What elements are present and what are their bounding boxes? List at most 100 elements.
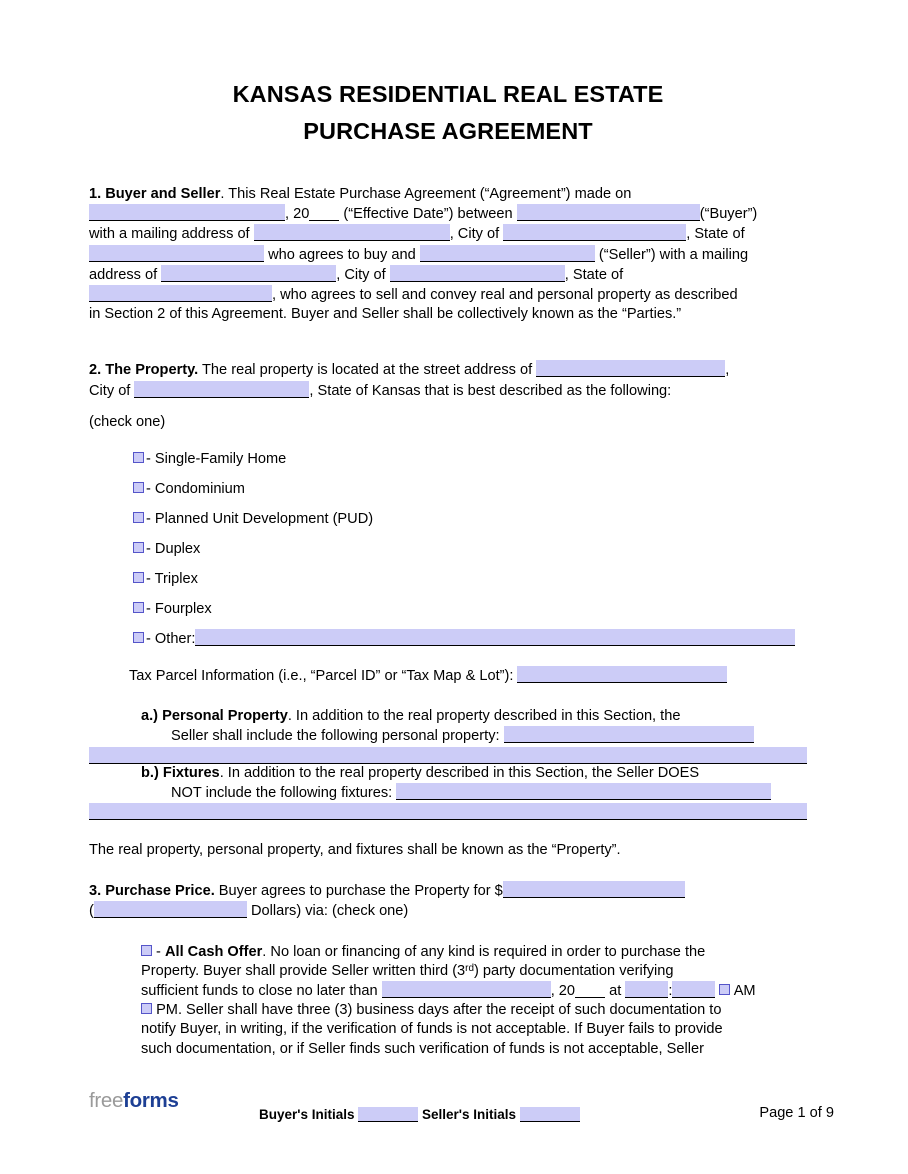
section-1-line-6: , who agrees to sell and convey real and… — [89, 285, 807, 305]
personal-property-field-line-2[interactable] — [89, 746, 807, 764]
section-3-line-1: 3. Purchase Price. Buyer agrees to purch… — [89, 881, 807, 901]
property-street-address-field[interactable] — [536, 360, 726, 378]
checkbox-icon[interactable] — [133, 602, 144, 614]
subsection-b-text-2: NOT include the following fixtures: — [171, 784, 393, 801]
am-label: AM — [733, 983, 756, 1000]
buyer-city-field[interactable] — [503, 224, 687, 242]
section-3-purchase-price: 3. Purchase Price. Buyer agrees to purch… — [89, 881, 807, 1059]
effective-year-field[interactable] — [309, 204, 340, 222]
property-type-option-pud[interactable]: - Planned Unit Development (PUD) — [133, 504, 807, 534]
option-label: - Other: — [146, 631, 196, 648]
verification-deadline-minute-field[interactable] — [672, 981, 716, 999]
property-type-option-triplex[interactable]: - Triplex — [133, 564, 807, 594]
verification-deadline-date-field[interactable] — [381, 981, 551, 999]
all-cash-offer-line-4: PM. Seller shall have three (3) business… — [141, 1001, 807, 1020]
all-cash-offer-line-3: sufficient funds to close no later than … — [141, 981, 807, 1001]
section-1-text-10: address of — [89, 266, 158, 283]
seller-name-field[interactable] — [419, 244, 595, 262]
section-3-text-3: Dollars) via: (check one) — [250, 903, 409, 920]
property-type-option-other[interactable]: - Other: — [133, 624, 807, 654]
option-label: - Planned Unit Development (PUD) — [146, 511, 374, 528]
initials-row: Buyer's Initials Seller's Initials — [259, 1105, 580, 1124]
section-1-text-12: , State of — [564, 266, 624, 283]
buyer-initials-field[interactable] — [358, 1107, 419, 1122]
all-cash-offer-line-5: notify Buyer, in writing, if the verific… — [141, 1021, 723, 1038]
logo-text-free: free — [89, 1089, 124, 1112]
subsection-b-marker: b.) — [141, 764, 159, 781]
document-page: KANSAS RESIDENTIAL REAL ESTATE PURCHASE … — [0, 0, 908, 1174]
verification-deadline-year-field[interactable] — [575, 981, 606, 999]
checkbox-icon[interactable] — [133, 512, 144, 524]
buyer-state-field[interactable] — [89, 244, 264, 262]
property-type-option-fourplex[interactable]: - Fourplex — [133, 594, 807, 624]
buyer-mailing-address-field[interactable] — [253, 224, 450, 242]
property-city-field[interactable] — [134, 380, 310, 398]
section-3-heading: 3. Purchase Price. — [89, 883, 215, 900]
property-type-option-single-family-home[interactable]: - Single-Family Home — [133, 444, 807, 474]
checkbox-icon[interactable] — [133, 452, 144, 464]
all-cash-offer-text-2b: ) party documentation verifying — [473, 962, 674, 979]
section-1-line-7: in Section 2 of this Agreement. Buyer an… — [89, 306, 682, 323]
checkbox-icon[interactable] — [141, 1003, 152, 1015]
title-line-1: KANSAS RESIDENTIAL REAL ESTATE — [232, 81, 664, 107]
purchase-price-words-field[interactable] — [93, 901, 247, 919]
section-1-heading: 1. Buyer and Seller — [89, 186, 221, 202]
checkbox-icon[interactable] — [133, 542, 144, 554]
section-1-line-1: 1. Buyer and Seller. This Real Estate Pu… — [89, 185, 807, 204]
checkbox-icon[interactable] — [133, 572, 144, 584]
section-2-text-2: , — [725, 362, 730, 379]
section-1-text-7: , State of — [686, 226, 745, 243]
page-number: Page 1 of 9 — [759, 1105, 834, 1121]
buyer-name-field[interactable] — [516, 204, 700, 222]
option-label: - Triplex — [146, 571, 198, 588]
buyer-initials-label: Buyer's Initials — [259, 1107, 355, 1122]
section-1-text-6: , City of — [449, 226, 500, 243]
verification-deadline-hour-field[interactable] — [625, 981, 669, 999]
property-type-other-field[interactable] — [195, 629, 796, 647]
subsection-b-line-1: b.) Fixtures. In addition to the real pr… — [141, 764, 807, 783]
property-type-option-duplex[interactable]: - Duplex — [133, 534, 807, 564]
property-type-checklist: - Single-Family Home - Condominium - Pla… — [133, 444, 807, 654]
seller-initials-field[interactable] — [519, 1107, 580, 1122]
tax-parcel-line: Tax Parcel Information (i.e., “Parcel ID… — [129, 666, 807, 686]
section-1-text-9: (“Seller”) with a mailing — [598, 246, 749, 263]
logo-text-forms: forms — [123, 1089, 179, 1112]
section-1-line-2: , 20 (“Effective Date”) between (“Buyer”… — [89, 204, 807, 224]
checkbox-icon[interactable] — [141, 944, 152, 956]
all-cash-offer-text-4: PM. Seller shall have three (3) business… — [156, 1002, 722, 1019]
check-one-label: (check one) — [89, 413, 166, 430]
all-cash-offer-text-1: . No loan or financing of any kind is re… — [262, 943, 706, 960]
subsection-b-text-1: . In addition to the real property descr… — [219, 764, 700, 781]
section-1-text-8: who agrees to buy and — [268, 246, 416, 263]
fixtures-field-line-2[interactable] — [89, 803, 807, 821]
document-body: KANSAS RESIDENTIAL REAL ESTATE PURCHASE … — [89, 0, 807, 1059]
subsection-b-heading: Fixtures — [162, 764, 220, 781]
section-2-closing-statement: The real property, personal property, an… — [89, 842, 621, 859]
seller-city-field[interactable] — [389, 264, 565, 282]
seller-mailing-address-field[interactable] — [161, 264, 337, 282]
fixtures-field-line-1[interactable] — [396, 782, 772, 800]
section-1-text-1: . This Real Estate Purchase Agreement (“… — [220, 186, 632, 202]
checkbox-icon[interactable] — [719, 984, 731, 996]
section-2-the-property: 2. The Property. The real property is lo… — [89, 360, 807, 860]
section-2-text-1: The real property is located at the stre… — [198, 362, 533, 379]
purchase-price-numeric-field[interactable] — [502, 881, 685, 899]
section-1-text-3: (“Effective Date”) between — [343, 206, 513, 223]
personal-property-field-line-1[interactable] — [503, 726, 754, 744]
section-1-line-4: who agrees to buy and (“Seller”) with a … — [89, 244, 807, 265]
subsection-a-line-1: a.) Personal Property. In addition to th… — [141, 707, 807, 726]
checkbox-icon[interactable] — [133, 482, 144, 494]
checkbox-icon[interactable] — [133, 632, 144, 644]
section-2-heading: 2. The Property. — [89, 362, 199, 379]
subsection-b-line-2: NOT include the following fixtures: — [141, 782, 807, 803]
section-1-line-5: address of , City of , State of — [89, 264, 807, 285]
effective-date-field[interactable] — [89, 204, 285, 222]
tax-parcel-field[interactable] — [517, 666, 728, 684]
option-label: - Fourplex — [146, 601, 212, 618]
seller-state-field[interactable] — [89, 285, 272, 303]
property-type-option-condominium[interactable]: - Condominium — [133, 474, 807, 504]
